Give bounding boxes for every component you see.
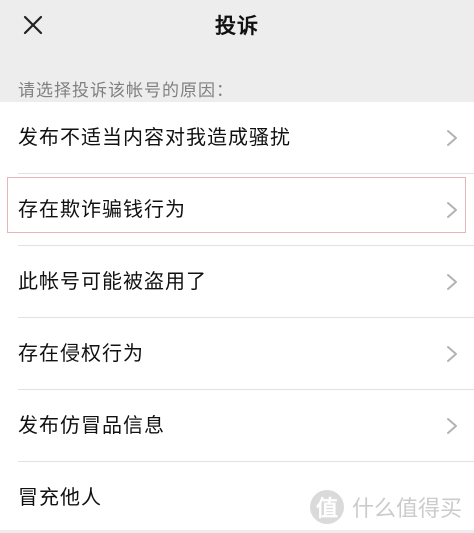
page-title: 投诉 bbox=[215, 14, 259, 38]
reason-item-harassment[interactable]: 发布不适当内容对我造成骚扰 bbox=[0, 102, 474, 173]
chevron-right-icon bbox=[447, 418, 457, 434]
watermark-text: 什么值得买 bbox=[351, 497, 462, 522]
chevron-right-icon bbox=[447, 346, 457, 362]
reason-item-infringement[interactable]: 存在侵权行为 bbox=[0, 318, 474, 389]
reason-item-counterfeit[interactable]: 发布仿冒品信息 bbox=[0, 390, 474, 461]
watermark-logo: 值 bbox=[309, 490, 344, 524]
chevron-right-icon bbox=[447, 202, 457, 218]
reason-item-label: 发布仿冒品信息 bbox=[18, 413, 165, 437]
top-bar: 投诉 bbox=[0, 0, 474, 52]
watermark: 值 什么值得买 bbox=[309, 490, 462, 524]
chevron-right-icon bbox=[447, 130, 457, 146]
reason-item-label: 此帐号可能被盗用了 bbox=[18, 269, 207, 293]
reason-item-label: 存在欺诈骗钱行为 bbox=[18, 197, 186, 221]
reason-item-fraud[interactable]: 存在欺诈骗钱行为 bbox=[0, 174, 474, 245]
reason-item-label: 冒充他人 bbox=[18, 485, 102, 509]
chevron-right-icon bbox=[447, 274, 457, 290]
reason-item-label: 存在侵权行为 bbox=[18, 341, 144, 365]
reason-item-label: 发布不适当内容对我造成骚扰 bbox=[18, 125, 291, 149]
reason-prompt: 请选择投诉该帐号的原因： bbox=[18, 81, 234, 101]
reason-list: 发布不适当内容对我造成骚扰 存在欺诈骗钱行为 此帐号可能被盗用了 存在侵权行为 … bbox=[0, 102, 474, 530]
reason-item-stolen-account[interactable]: 此帐号可能被盗用了 bbox=[0, 246, 474, 317]
